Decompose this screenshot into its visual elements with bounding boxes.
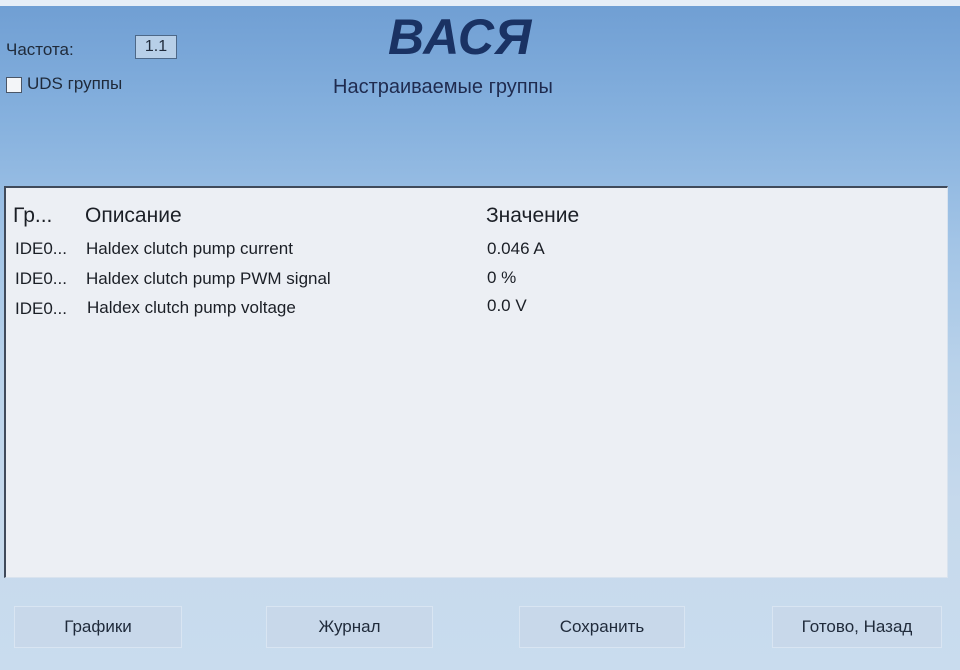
column-header-group[interactable]: Гр...: [13, 204, 52, 228]
groups-table[interactable]: Гр... Описание Значение IDE0... Haldex c…: [4, 186, 948, 578]
row-value-cell: 0.0 V: [487, 296, 527, 315]
uds-groups-label[interactable]: UDS группы: [27, 74, 122, 94]
done-back-button[interactable]: Готово, Назад: [772, 606, 942, 648]
log-button[interactable]: Журнал: [266, 606, 433, 648]
app-title: ВАСЯ: [388, 9, 533, 65]
row-group-cell: IDE0...: [15, 269, 67, 288]
row-group-cell: IDE0...: [15, 299, 67, 318]
window-top-edge: [0, 0, 960, 6]
graphs-button[interactable]: Графики: [14, 606, 182, 648]
frequency-field[interactable]: 1.1: [135, 35, 177, 59]
row-value-cell: 0.046 A: [487, 239, 545, 258]
page-title: Настраиваемые группы: [333, 76, 553, 98]
frequency-label: Частота:: [6, 40, 74, 59]
row-group-cell: IDE0...: [15, 239, 67, 258]
row-description-cell: Haldex clutch pump voltage: [87, 298, 296, 317]
row-description-cell: Haldex clutch pump PWM signal: [86, 269, 331, 288]
row-value-cell: 0 %: [487, 268, 517, 287]
row-description-cell: Haldex clutch pump current: [86, 239, 293, 258]
column-header-value[interactable]: Значение: [486, 204, 579, 228]
uds-groups-checkbox[interactable]: [6, 77, 22, 93]
column-header-description[interactable]: Описание: [85, 204, 182, 228]
save-button[interactable]: Сохранить: [519, 606, 685, 648]
